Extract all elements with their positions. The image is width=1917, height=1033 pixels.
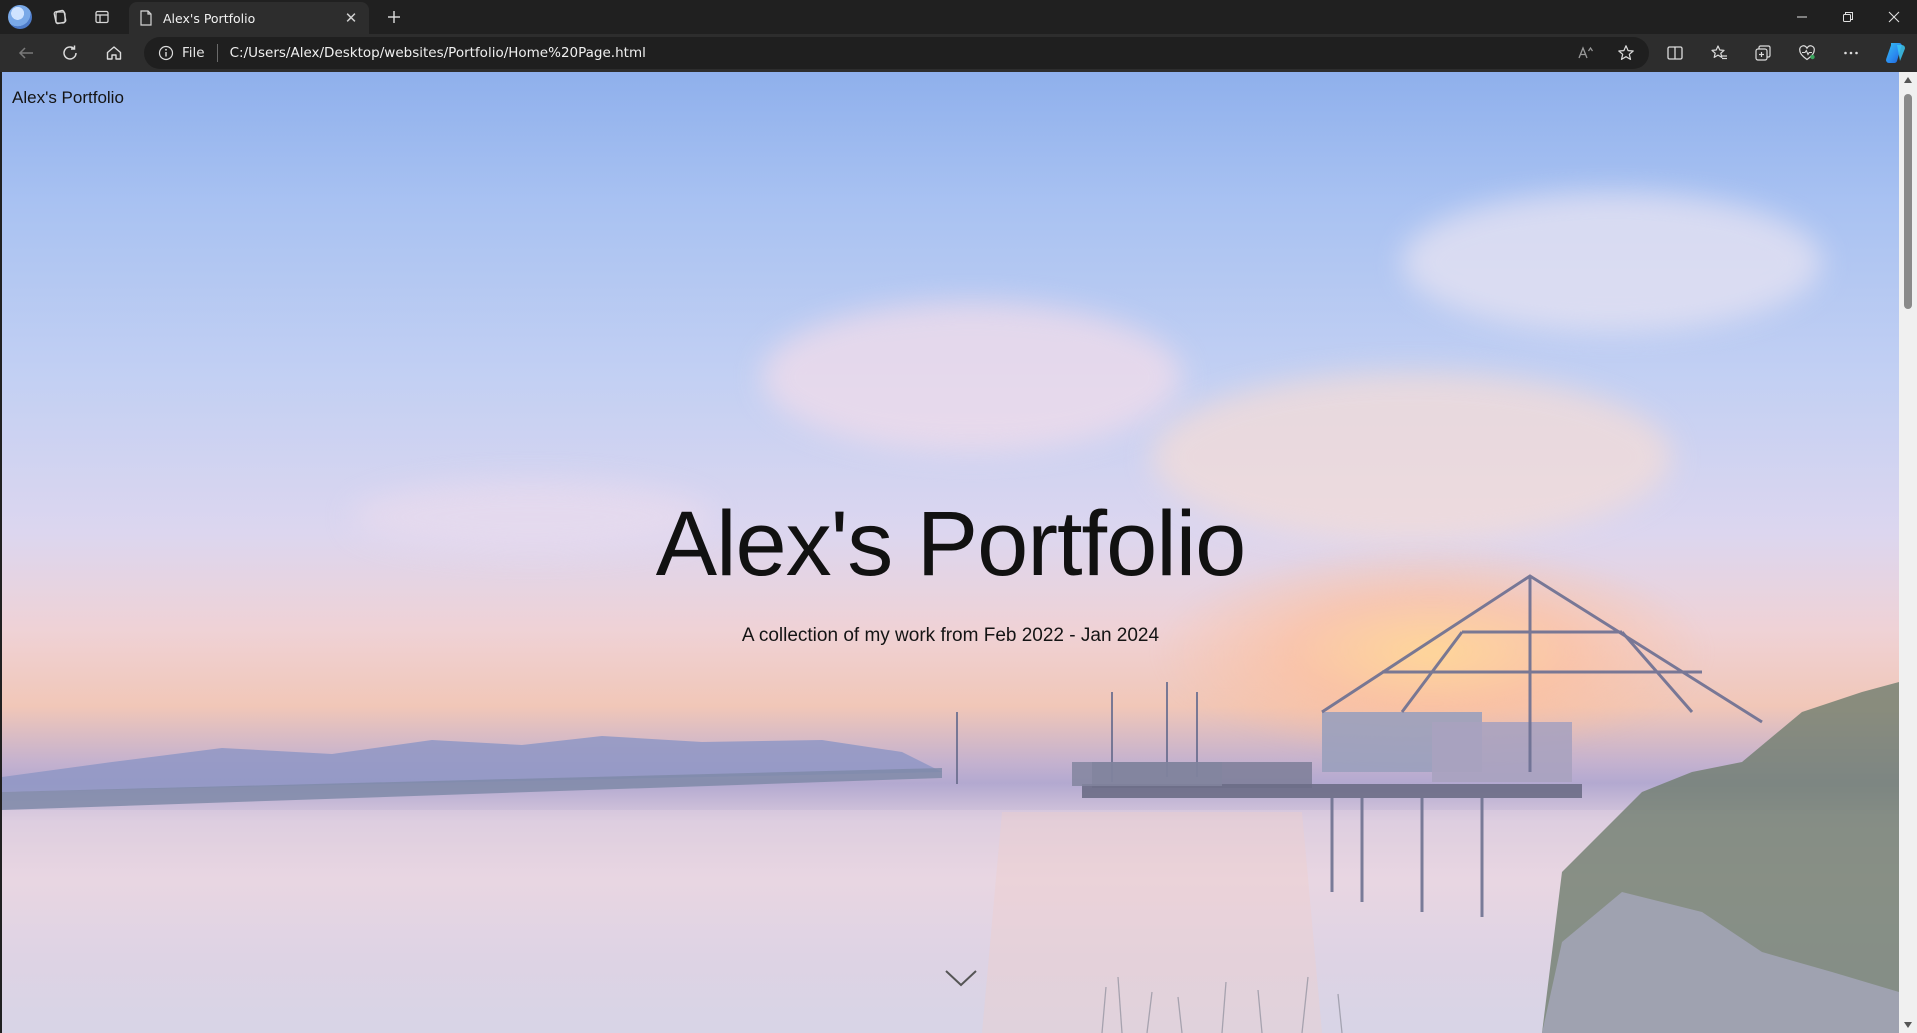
profile-avatar[interactable]	[8, 5, 32, 29]
star-icon	[1618, 45, 1634, 60]
info-icon[interactable]	[158, 45, 174, 61]
back-button[interactable]	[8, 37, 44, 69]
close-icon	[1888, 11, 1900, 23]
page-icon	[140, 10, 152, 26]
page-viewport: Alex's Portfolio Alex's Portfolio A coll…	[2, 72, 1899, 1033]
refresh-icon	[63, 45, 77, 60]
collections-button[interactable]	[1741, 34, 1785, 72]
split-screen-button[interactable]	[1653, 34, 1697, 72]
home-button[interactable]	[96, 37, 132, 69]
hero-title: Alex's Portfolio	[655, 493, 1247, 595]
browser-toolbar: File C:/Users/Alex/Desktop/websites/Port…	[0, 34, 1917, 72]
plus-icon	[388, 11, 400, 23]
site-info-label[interactable]: File	[182, 45, 205, 61]
more-button[interactable]	[1829, 34, 1873, 72]
window-controls	[1779, 0, 1917, 34]
new-tab-button[interactable]	[380, 4, 408, 30]
hero-subtitle: A collection of my work from Feb 2022 - …	[741, 625, 1160, 646]
browser-essentials-button[interactable]	[1785, 34, 1829, 72]
tab-actions-icon[interactable]	[88, 3, 116, 31]
favorites-icon	[1711, 45, 1727, 60]
refresh-button[interactable]	[52, 37, 88, 69]
active-tab[interactable]: Alex's Portfolio ✕	[129, 2, 369, 34]
workspaces-icon[interactable]	[46, 3, 74, 31]
url-text[interactable]: C:/Users/Alex/Desktop/websites/Portfolio…	[230, 45, 646, 61]
site-brand-link[interactable]: Alex's Portfolio	[12, 88, 124, 108]
home-icon	[106, 46, 122, 60]
favorite-button[interactable]	[1613, 40, 1639, 66]
read-aloud-icon	[1578, 46, 1593, 59]
scrollbar-thumb[interactable]	[1904, 94, 1912, 309]
back-arrow-icon	[18, 47, 33, 59]
restore-icon	[1843, 12, 1853, 22]
heart-pulse-icon	[1799, 45, 1815, 61]
toolbar-actions	[1653, 34, 1917, 72]
title-bar: Alex's Portfolio ✕	[0, 0, 1917, 34]
address-bar[interactable]: File C:/Users/Alex/Desktop/websites/Port…	[144, 37, 1649, 69]
page-scrollbar[interactable]	[1899, 72, 1917, 1033]
split-screen-icon	[1667, 46, 1683, 60]
read-aloud-button[interactable]	[1573, 40, 1599, 66]
more-icon	[1844, 51, 1858, 55]
collections-icon	[1755, 45, 1771, 61]
favorites-button[interactable]	[1697, 34, 1741, 72]
scroll-up-arrow-icon[interactable]	[1903, 76, 1913, 84]
address-divider	[216, 44, 218, 62]
scroll-down-arrow-icon[interactable]	[1903, 1021, 1913, 1029]
copilot-button[interactable]	[1873, 34, 1917, 72]
copilot-icon	[1886, 43, 1905, 63]
close-window-button[interactable]	[1871, 0, 1917, 34]
minimize-button[interactable]	[1779, 0, 1825, 34]
minimize-icon	[1797, 16, 1807, 18]
close-tab-button[interactable]: ✕	[343, 9, 359, 27]
restore-button[interactable]	[1825, 0, 1871, 34]
chevron-down-icon[interactable]	[944, 967, 978, 989]
tab-title: Alex's Portfolio	[163, 10, 256, 26]
